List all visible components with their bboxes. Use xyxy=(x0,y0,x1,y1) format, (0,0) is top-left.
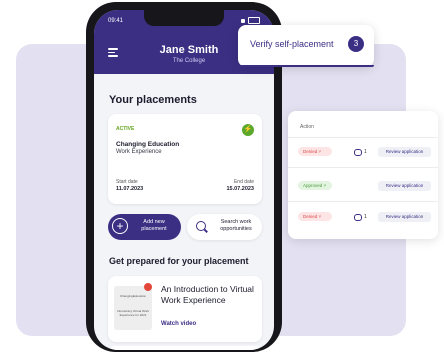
status-badge: ACTIVE xyxy=(116,126,135,132)
verify-label: Verify self-placement xyxy=(250,39,334,49)
review-application-button[interactable]: Review application xyxy=(378,181,431,191)
divider xyxy=(288,167,438,168)
divider xyxy=(288,201,438,202)
search-icon xyxy=(196,221,206,231)
battery-icon xyxy=(248,17,260,24)
end-date-label: End date xyxy=(233,179,254,185)
placement-subtitle: Work Experience xyxy=(116,149,162,155)
lightning-icon: ⚡ xyxy=(242,124,254,136)
user-subtitle: The College xyxy=(172,58,206,64)
column-header-action: Action xyxy=(300,124,314,130)
comment-count: 1 xyxy=(364,149,367,155)
start-date-label: Start date xyxy=(116,179,138,185)
search-opportunities-label: Search work opportunities xyxy=(220,219,252,232)
verify-count-badge: 3 xyxy=(348,36,364,52)
video-card[interactable]: ChangingEducation Introducing Virtual Wo… xyxy=(108,276,262,342)
applications-panel: Action Denied ˅ 1 Review application Approv… xyxy=(288,111,438,239)
status-icons xyxy=(241,17,260,24)
add-placement-label: Add new placement xyxy=(141,219,167,232)
search-opportunities-button[interactable]: Search work opportunities xyxy=(187,214,262,240)
thumbnail-caption: Introducing Virtual Work Experience for … xyxy=(117,309,149,317)
prepare-title: Get prepared for your placement xyxy=(109,256,249,266)
active-underline xyxy=(238,65,374,67)
placements-title: Your placements xyxy=(109,94,197,106)
phone-notch xyxy=(144,10,224,26)
notification-dot xyxy=(144,283,152,291)
user-name: Jane Smith xyxy=(159,44,219,56)
watch-video-link[interactable]: Watch video xyxy=(161,321,196,327)
verify-self-placement-card[interactable]: Verify self-placement 3 xyxy=(238,25,374,67)
thumbnail-logo: ChangingEducation xyxy=(119,294,147,298)
video-thumbnail: ChangingEducation Introducing Virtual Wo… xyxy=(114,286,152,330)
video-title: An Introduction to Virtual Work Experien… xyxy=(161,284,254,305)
next-card xyxy=(108,346,262,350)
status-dropdown[interactable]: Denied ˅ xyxy=(298,147,332,156)
status-dropdown[interactable]: Approved ˅ xyxy=(298,181,332,190)
comment-icon[interactable] xyxy=(354,214,362,221)
review-application-button[interactable]: Review application xyxy=(378,212,431,222)
end-date-value: 15.07.2023 xyxy=(226,186,254,192)
add-placement-button[interactable]: + Add new placement xyxy=(108,214,181,240)
start-date-value: 11.07.2023 xyxy=(116,186,144,192)
placement-title: Changing Education xyxy=(116,141,180,148)
status-time: 09:41 xyxy=(108,18,124,24)
signal-icon xyxy=(241,18,245,23)
comment-icon[interactable] xyxy=(354,149,362,156)
comment-count: 1 xyxy=(364,214,367,220)
review-application-button[interactable]: Review application xyxy=(378,147,431,157)
placement-card[interactable]: ACTIVE ⚡ Changing Education Work Experie… xyxy=(108,114,262,204)
status-dropdown[interactable]: Denied ˅ xyxy=(298,212,332,221)
menu-icon[interactable] xyxy=(108,48,118,57)
plus-icon: + xyxy=(112,218,128,234)
divider xyxy=(288,137,438,138)
